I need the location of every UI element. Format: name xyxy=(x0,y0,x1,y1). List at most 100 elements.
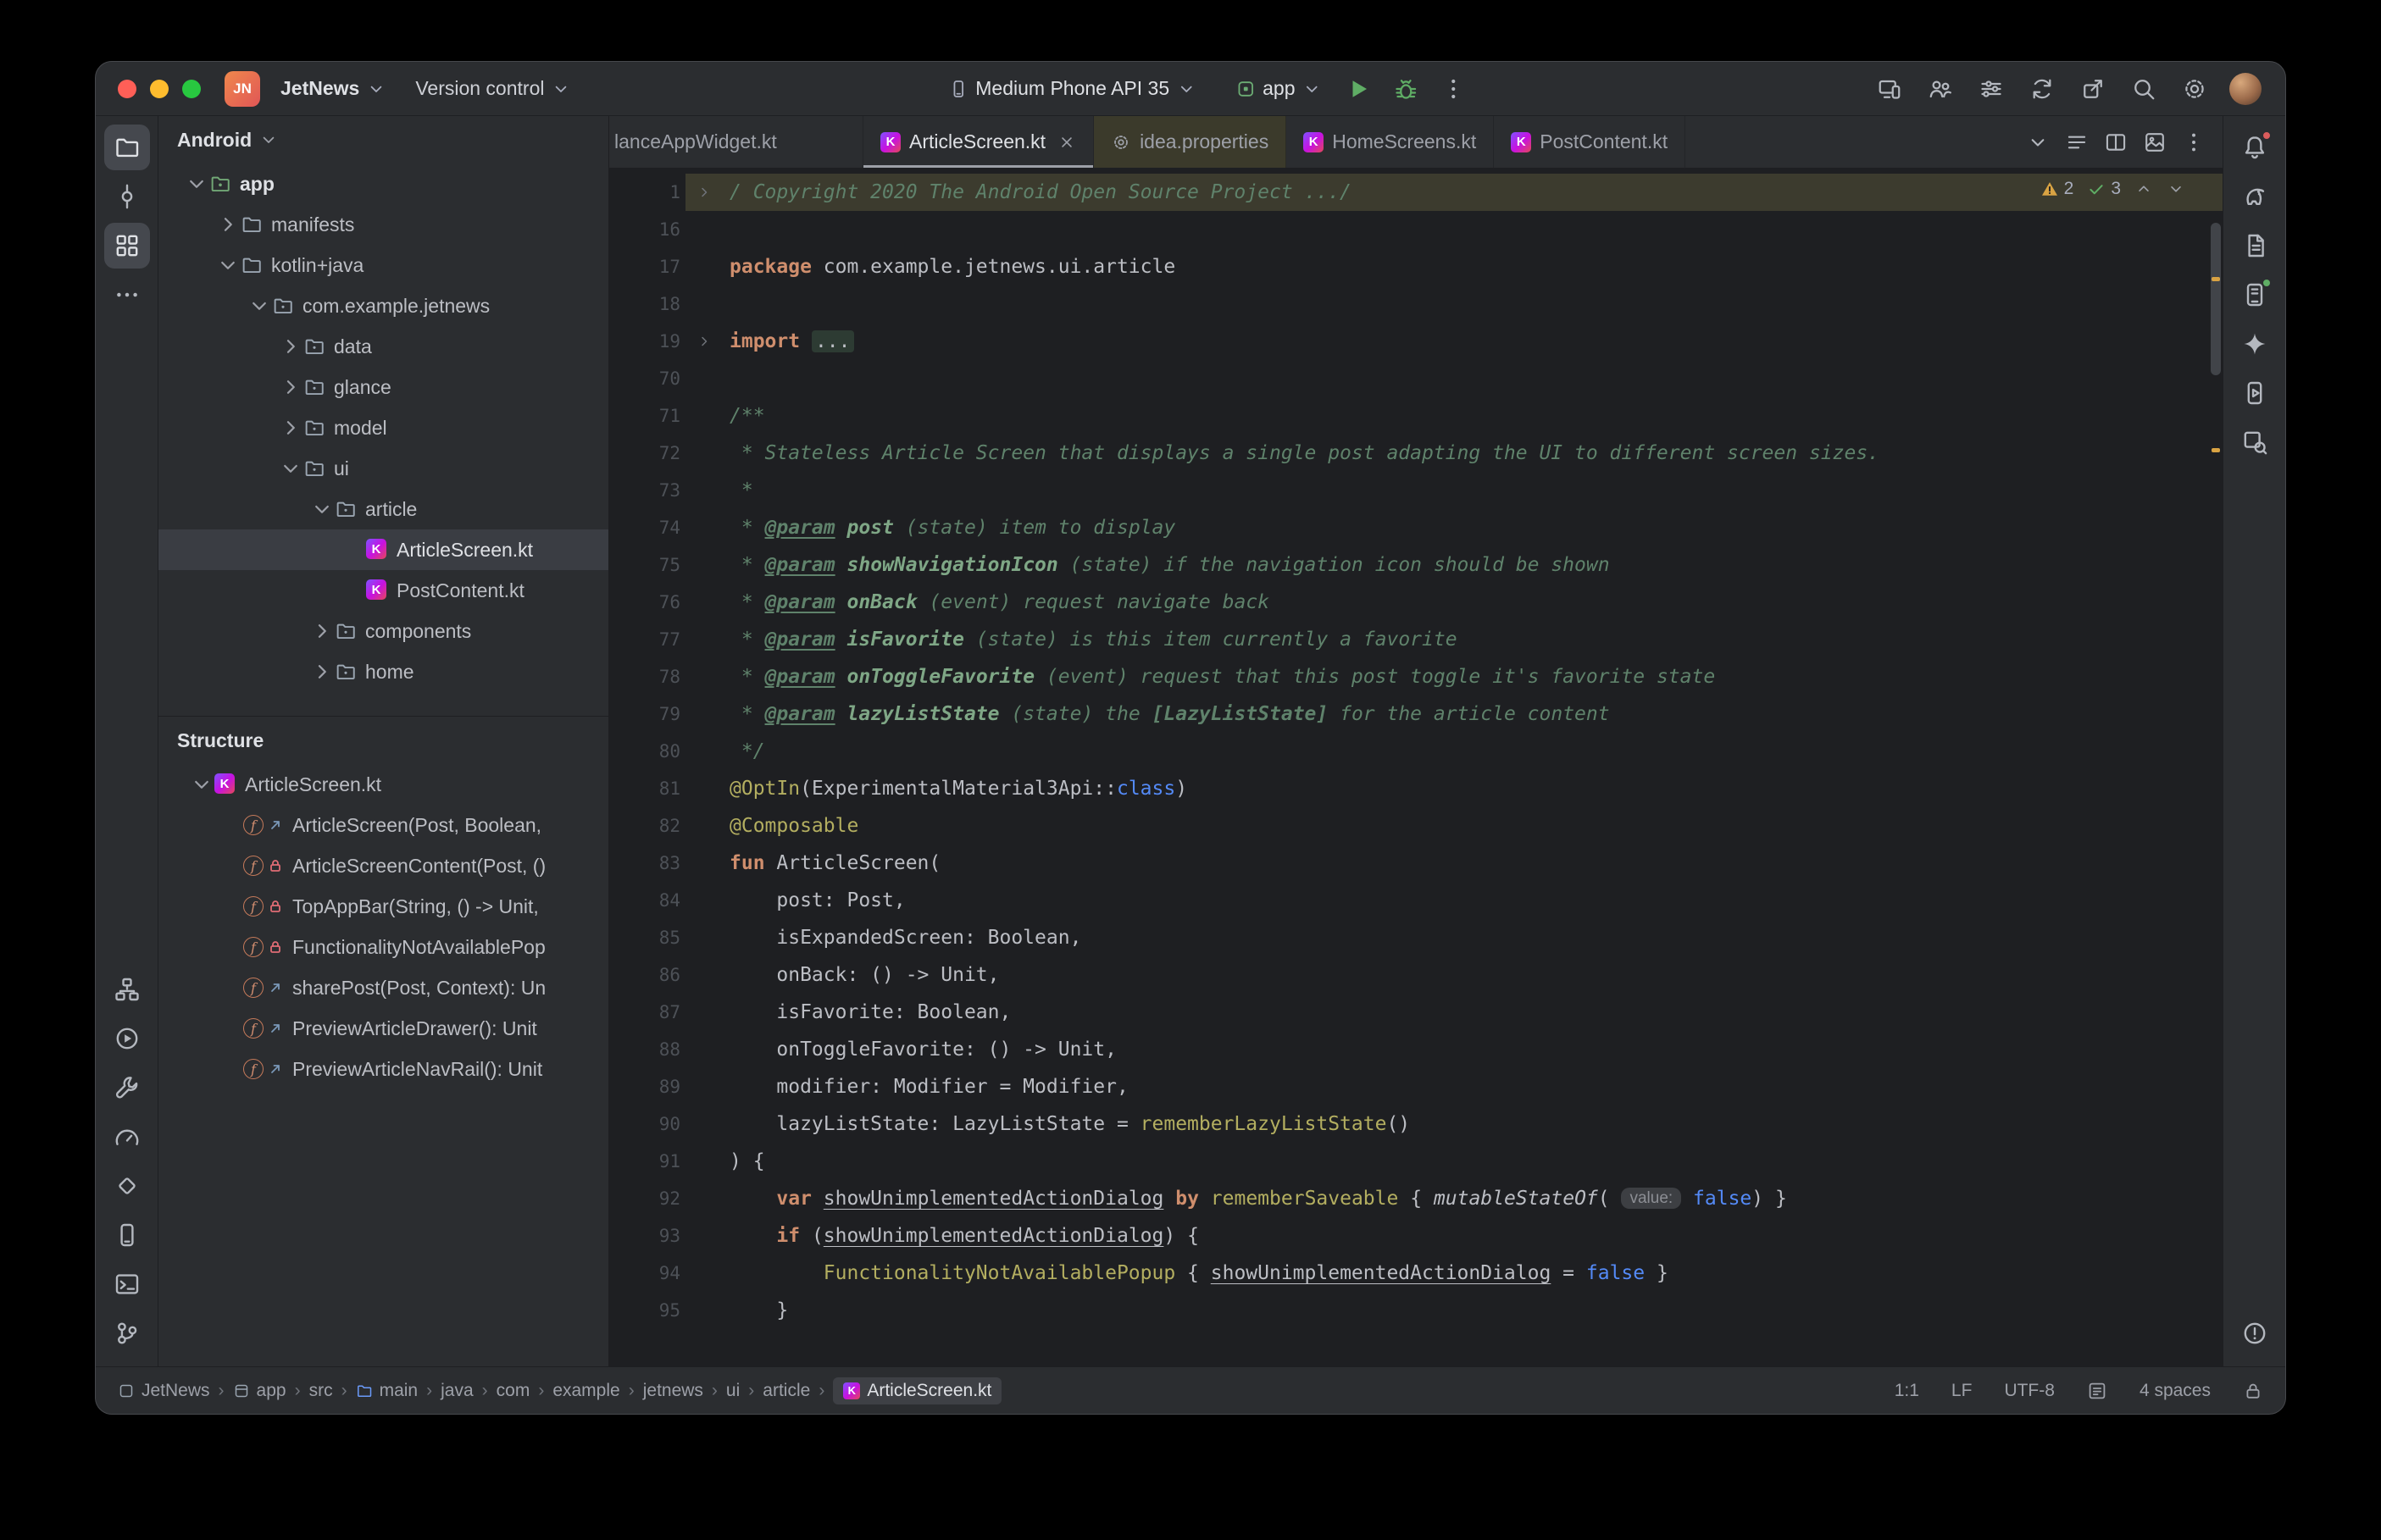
expand-arrow-icon[interactable] xyxy=(278,417,303,439)
line-number[interactable]: 17 xyxy=(609,248,685,285)
tree-item-manifests[interactable]: manifests xyxy=(158,204,608,245)
line-number[interactable]: 73 xyxy=(609,472,685,509)
structure-item[interactable]: f sharePost(Post, Context): Un xyxy=(158,967,608,1008)
run-config-selector[interactable]: app xyxy=(1227,72,1330,105)
line-number[interactable]: 87 xyxy=(609,994,685,1031)
line-number[interactable]: 88 xyxy=(609,1031,685,1068)
collapse-arrow-icon[interactable] xyxy=(184,173,209,195)
code-line-71[interactable]: 71 /** xyxy=(609,397,2223,435)
close-tab-icon[interactable] xyxy=(1057,133,1076,152)
tree-item-kotlin+java[interactable]: kotlin+java xyxy=(158,245,608,285)
titlebar-action-share-icon[interactable] xyxy=(2073,69,2112,108)
collapse-arrow-icon[interactable] xyxy=(247,295,272,317)
tree-item-PostContent.kt[interactable]: K PostContent.kt xyxy=(158,570,608,611)
code-line-70[interactable]: 70 xyxy=(609,360,2223,397)
structure-item[interactable]: f PreviewArticleNavRail(): Unit xyxy=(158,1049,608,1089)
code-line-77[interactable]: 77 * @param isFavorite (state) is this i… xyxy=(609,621,2223,658)
breadcrumb-article[interactable]: article xyxy=(763,1381,810,1401)
code-line-76[interactable]: 76 * @param onBack (event) request navig… xyxy=(609,584,2223,621)
code-line-19[interactable]: 19 import ... xyxy=(609,323,2223,360)
more-vertical-icon[interactable] xyxy=(2182,130,2206,154)
device-selector[interactable]: Medium Phone API 35 xyxy=(940,72,1205,105)
tree-item-data[interactable]: data xyxy=(158,326,608,367)
collapse-arrow-icon[interactable] xyxy=(278,457,303,479)
code-editor[interactable]: 1 / Copyright 2020 The Android Open Sourc… xyxy=(609,169,2223,1366)
status-file-encoding[interactable]: UTF-8 xyxy=(2004,1381,2055,1401)
collapse-arrow-icon[interactable] xyxy=(215,254,241,276)
tool-button-insights-icon[interactable] xyxy=(104,1163,150,1209)
tree-item-ui[interactable]: ui xyxy=(158,448,608,489)
collapse-arrow-icon[interactable] xyxy=(309,498,335,520)
checks-count[interactable]: 3 xyxy=(2087,179,2121,199)
tool-button-device-manager-icon[interactable] xyxy=(104,1212,150,1258)
line-number[interactable]: 78 xyxy=(609,658,685,695)
warning-stripe-mark[interactable] xyxy=(2212,448,2220,452)
tool-button-gemini-icon[interactable] xyxy=(2232,321,2278,367)
line-number[interactable]: 81 xyxy=(609,770,685,807)
expand-arrow-icon[interactable] xyxy=(278,335,303,357)
tool-button-hierarchy-icon[interactable] xyxy=(104,967,150,1012)
expand-arrow-icon[interactable] xyxy=(309,620,335,642)
code-line-94[interactable]: 94 FunctionalityNotAvailablePopup { show… xyxy=(609,1255,2223,1292)
breadcrumb-app[interactable]: app xyxy=(233,1381,286,1401)
split-icon[interactable] xyxy=(2104,130,2128,154)
status-readonly-toggle[interactable] xyxy=(2243,1381,2263,1401)
code-line-90[interactable]: 90 lazyListState: LazyListState = rememb… xyxy=(609,1105,2223,1143)
vcs-menu[interactable]: Version control xyxy=(407,72,580,105)
warnings-count[interactable]: 2 xyxy=(2040,179,2073,199)
tree-item-app[interactable]: app xyxy=(158,163,608,204)
line-number[interactable]: 95 xyxy=(609,1292,685,1329)
code-line-74[interactable]: 74 * @param post (state) item to display xyxy=(609,509,2223,546)
editor-tab-idea.properties[interactable]: idea.properties xyxy=(1094,116,1287,168)
chevron-down-icon[interactable] xyxy=(2026,130,2050,154)
tool-button-profiler-icon[interactable] xyxy=(104,1114,150,1160)
line-number[interactable]: 1 xyxy=(609,174,685,211)
code-line-91[interactable]: 91) { xyxy=(609,1143,2223,1180)
line-number[interactable]: 72 xyxy=(609,435,685,472)
breadcrumb-com[interactable]: com xyxy=(497,1381,530,1401)
tree-item-glance[interactable]: glance xyxy=(158,367,608,407)
tool-button-layout-inspector-icon[interactable] xyxy=(2232,419,2278,465)
code-line-79[interactable]: 79 * @param lazyListState (state) the [L… xyxy=(609,695,2223,733)
code-line-81[interactable]: 81 @OptIn(ExperimentalMaterial3Api::class… xyxy=(609,770,2223,807)
tree-item-model[interactable]: model xyxy=(158,407,608,448)
structure-item[interactable]: f ArticleScreen(Post, Boolean, xyxy=(158,805,608,845)
tool-button-gradle-icon[interactable] xyxy=(2232,174,2278,219)
editor-scrollbar[interactable] xyxy=(2209,169,2221,1366)
project-view-selector[interactable]: Android xyxy=(158,116,608,163)
breadcrumb-ui[interactable]: ui xyxy=(726,1381,740,1401)
code-line-78[interactable]: 78 * @param onToggleFavorite (event) req… xyxy=(609,658,2223,695)
line-number[interactable]: 90 xyxy=(609,1105,685,1143)
tool-button-build-variants-icon[interactable] xyxy=(2232,223,2278,269)
tool-button-commit-icon[interactable] xyxy=(104,174,150,219)
collapse-arrow-icon[interactable] xyxy=(189,773,214,795)
expand-arrow-icon[interactable] xyxy=(309,661,335,683)
titlebar-action-settings-icon[interactable] xyxy=(2175,69,2214,108)
line-number[interactable]: 93 xyxy=(609,1217,685,1255)
line-number[interactable]: 79 xyxy=(609,695,685,733)
status-caret-position[interactable]: 1:1 xyxy=(1895,1381,1919,1401)
code-line-82[interactable]: 82 @Composable xyxy=(609,807,2223,845)
inspection-widget[interactable]: 2 3 xyxy=(2040,179,2185,199)
titlebar-action-sync-icon[interactable] xyxy=(2023,69,2062,108)
line-number[interactable]: 85 xyxy=(609,919,685,956)
structure-file-row[interactable]: K ArticleScreen.kt xyxy=(158,764,608,805)
next-problem-button[interactable] xyxy=(2167,180,2185,198)
tool-button-terminal-icon[interactable] xyxy=(104,1261,150,1307)
status-indent-setting[interactable]: 4 spaces xyxy=(2140,1381,2211,1401)
line-number[interactable]: 75 xyxy=(609,546,685,584)
line-number[interactable]: 18 xyxy=(609,285,685,323)
structure-item[interactable]: f TopAppBar(String, () -> Unit, xyxy=(158,886,608,927)
breadcrumb-example[interactable]: example xyxy=(552,1381,619,1401)
breadcrumb-ArticleScreen.kt[interactable]: K ArticleScreen.kt xyxy=(833,1377,1002,1404)
line-number[interactable]: 92 xyxy=(609,1180,685,1217)
tool-button-device-explorer-icon[interactable] xyxy=(2232,272,2278,318)
line-number[interactable]: 76 xyxy=(609,584,685,621)
profile-avatar[interactable] xyxy=(2226,69,2265,108)
line-number[interactable]: 77 xyxy=(609,621,685,658)
expand-arrow-icon[interactable] xyxy=(278,376,303,398)
titlebar-action-search-icon[interactable] xyxy=(2124,69,2163,108)
tool-button-problems-icon[interactable] xyxy=(2232,1310,2278,1356)
tab-list-icon[interactable] xyxy=(2065,130,2089,154)
code-line-93[interactable]: 93 if (showUnimplementedActionDialog) { xyxy=(609,1217,2223,1255)
